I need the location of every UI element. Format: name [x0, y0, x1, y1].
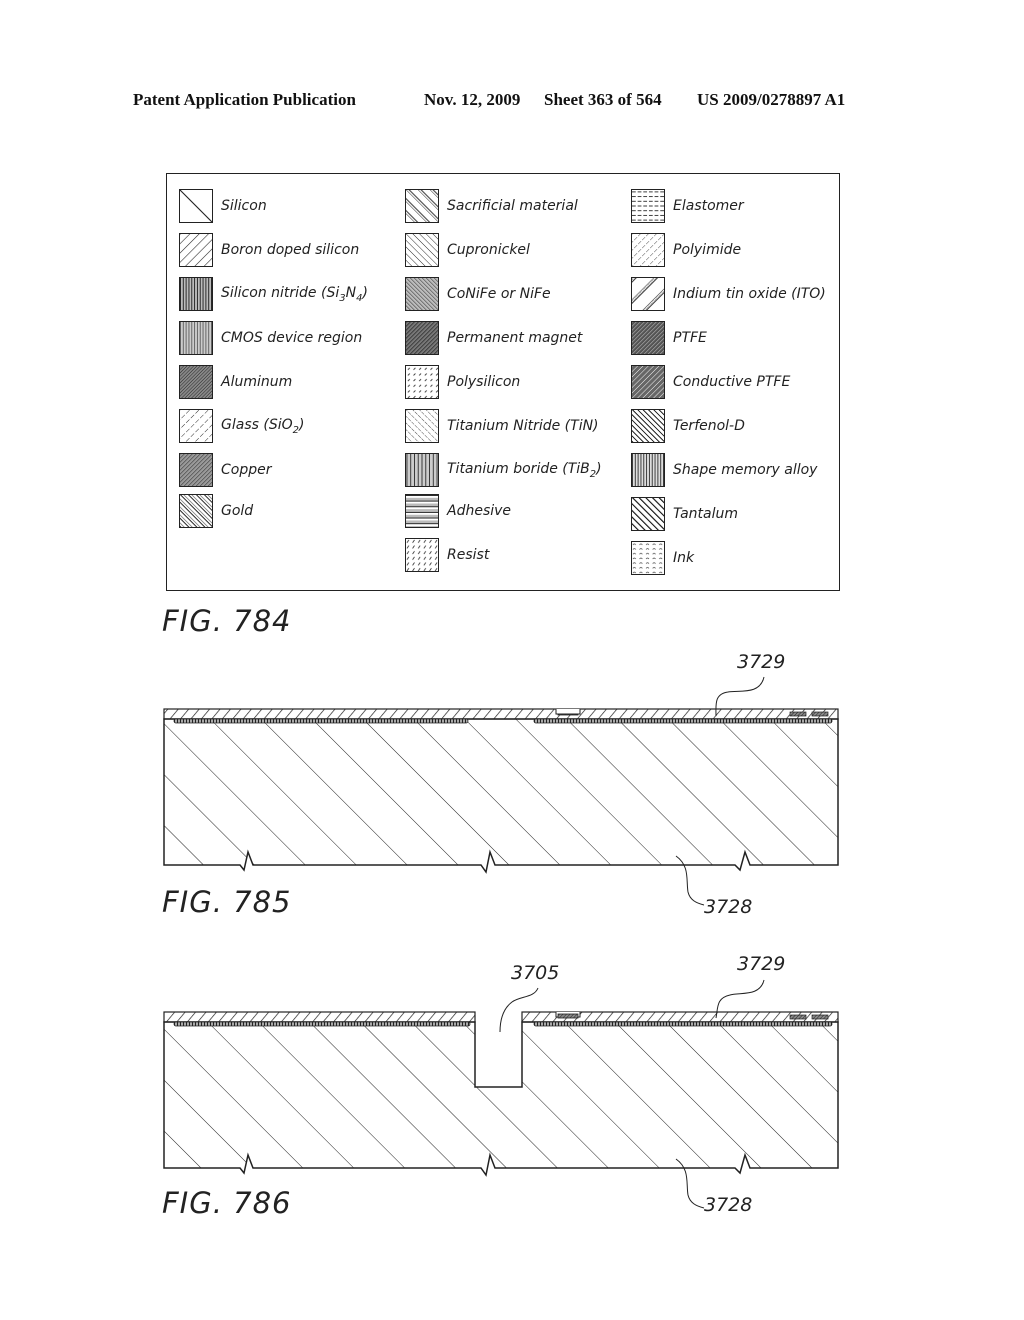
fig-786-aluminum-pad — [557, 1013, 579, 1019]
fig-786-ref-3728: 3728 — [704, 1194, 753, 1216]
fig-786-label: FIG. 786 — [162, 1186, 292, 1220]
fig-786-cmos-strip-right — [533, 1021, 833, 1027]
fig-786-cross-section — [163, 979, 839, 1209]
fig-786-substrate — [163, 1021, 839, 1177]
fig-786-cmos-strip-left — [173, 1021, 471, 1027]
fig-786-pad-right-2 — [811, 1014, 829, 1020]
fig-786-ref-3705: 3705 — [511, 962, 560, 984]
fig-786-pad-right-1 — [789, 1014, 807, 1020]
fig-786-glass-layer-left — [163, 1011, 476, 1023]
fig-786-ref-3729: 3729 — [737, 953, 786, 975]
